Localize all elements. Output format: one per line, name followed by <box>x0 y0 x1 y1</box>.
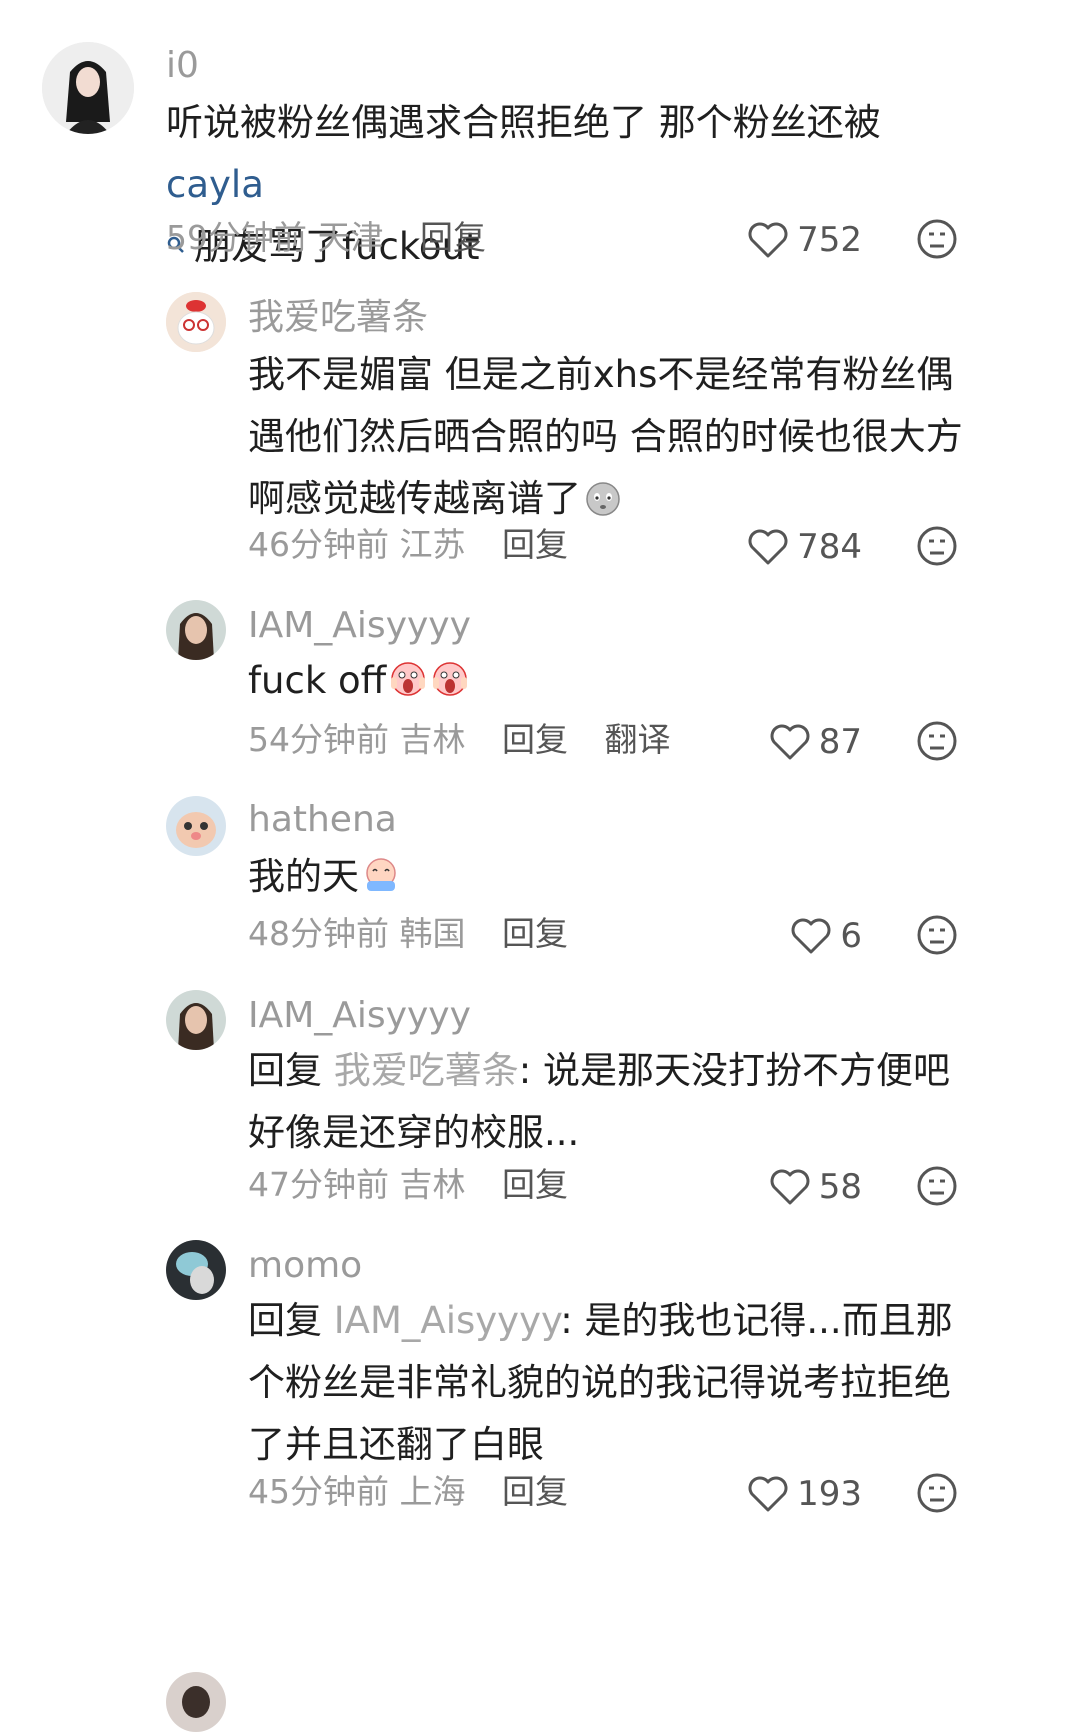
heart-outline-icon <box>748 1476 788 1512</box>
comment-text: 回复 IAM_Aisyyyy: 是的我也记得...而且那个粉丝是非常礼貌的说的我… <box>248 1290 978 1476</box>
reply-prefix: 回复 <box>248 1299 334 1342</box>
like-count: 6 <box>840 916 862 956</box>
comment-text: 回复 我爱吃薯条: 说是那天没打扮不方便吧好像是还穿的校服... <box>248 1040 968 1164</box>
mention-link[interactable]: cayla <box>166 163 264 206</box>
avatar[interactable] <box>166 990 226 1050</box>
reply-prefix: 回复 <box>248 1049 334 1092</box>
comment-text: fuck off <box>248 650 968 712</box>
username[interactable]: momo <box>248 1246 362 1286</box>
username[interactable]: i0 <box>166 46 199 86</box>
timestamp: 59分钟前 <box>166 218 307 257</box>
username[interactable]: hathena <box>248 800 397 840</box>
meh-face-icon[interactable] <box>916 525 958 567</box>
comment-meta: 48分钟前 韩国 回复 <box>248 914 568 954</box>
meh-face-icon[interactable] <box>916 218 958 260</box>
avatar-image <box>42 42 134 134</box>
worried-emoji-icon <box>586 482 620 516</box>
username[interactable]: IAM_Aisyyyy <box>248 606 471 646</box>
like-button[interactable]: 58 <box>740 1167 862 1207</box>
reply-target-username[interactable]: IAM_Aisyyyy <box>334 1299 560 1342</box>
avatar[interactable] <box>166 1672 226 1732</box>
reply-button[interactable]: 回复 <box>502 720 568 759</box>
location: 天津 <box>317 218 384 257</box>
timestamp: 46分钟前 <box>248 525 389 564</box>
timestamp: 54分钟前 <box>248 720 389 759</box>
meh-face-icon[interactable] <box>916 1472 958 1514</box>
comment-text-part: 我的天 <box>248 855 359 898</box>
avatar[interactable] <box>166 1240 226 1300</box>
heart-outline-icon <box>770 1169 810 1205</box>
like-count: 784 <box>797 527 862 567</box>
avatar-image <box>166 1240 226 1300</box>
location: 吉林 <box>399 1165 466 1204</box>
avatar-image <box>166 1672 226 1732</box>
reply-button[interactable]: 回复 <box>502 1472 568 1511</box>
location: 吉林 <box>399 720 466 759</box>
timestamp: 47分钟前 <box>248 1165 389 1204</box>
comment-meta: 54分钟前 吉林 回复 翻译 <box>248 720 671 760</box>
username[interactable]: 我爱吃薯条 <box>248 298 428 338</box>
like-count: 58 <box>818 1167 862 1207</box>
like-button[interactable]: 193 <box>740 1474 862 1514</box>
avatar-image <box>166 292 226 352</box>
comment-meta: 59分钟前 天津 回复 <box>166 218 486 258</box>
avatar-image <box>166 600 226 660</box>
comment-meta: 46分钟前 江苏 回复 <box>248 525 568 565</box>
reply-target-username[interactable]: 我爱吃薯条 <box>334 1049 519 1092</box>
meh-face-icon[interactable] <box>916 914 958 956</box>
comment-text: 我不是媚富 但是之前xhs不是经常有粉丝偶遇他们然后晒合照的吗 合照的时候也很大… <box>248 344 968 530</box>
avatar-image <box>166 990 226 1050</box>
meh-face-icon[interactable] <box>916 720 958 762</box>
translate-button[interactable]: 翻译 <box>605 720 671 759</box>
heart-outline-icon <box>748 529 788 565</box>
meh-face-icon[interactable] <box>916 1165 958 1207</box>
timestamp: 45分钟前 <box>248 1472 389 1511</box>
avatar[interactable] <box>166 796 226 856</box>
location: 上海 <box>399 1472 466 1511</box>
timestamp: 48分钟前 <box>248 914 389 953</box>
like-count: 193 <box>797 1474 862 1514</box>
comment-text-part: fuck off <box>248 659 387 702</box>
reply-button[interactable]: 回复 <box>502 525 568 564</box>
location: 韩国 <box>399 914 466 953</box>
comment-meta: 45分钟前 上海 回复 <box>248 1472 568 1512</box>
heart-outline-icon <box>748 222 788 258</box>
avatar[interactable] <box>166 600 226 660</box>
username[interactable]: IAM_Aisyyyy <box>248 996 471 1036</box>
heart-outline-icon <box>791 918 831 954</box>
reply-button[interactable]: 回复 <box>420 218 486 257</box>
reply-button[interactable]: 回复 <box>502 1165 568 1204</box>
avatar[interactable] <box>42 42 134 134</box>
like-count: 87 <box>818 722 862 762</box>
like-button[interactable]: 87 <box>740 722 862 762</box>
like-button[interactable]: 784 <box>740 527 862 567</box>
comment-meta: 47分钟前 吉林 回复 <box>248 1165 568 1205</box>
heart-outline-icon <box>770 724 810 760</box>
like-button[interactable]: 6 <box>740 916 862 956</box>
comment-text-part: 听说被粉丝偶遇求合照拒绝了 那个粉丝还被 <box>166 101 881 144</box>
comment-text: 我的天 <box>248 846 968 908</box>
scream-emoji-icon <box>433 662 468 696</box>
reply-button[interactable]: 回复 <box>502 914 568 953</box>
like-button[interactable]: 752 <box>740 220 862 260</box>
location: 江苏 <box>399 525 466 564</box>
crying-emoji-icon <box>366 858 396 891</box>
like-count: 752 <box>797 220 862 260</box>
avatar-image <box>166 796 226 856</box>
avatar[interactable] <box>166 292 226 352</box>
scream-emoji-icon <box>391 662 426 696</box>
